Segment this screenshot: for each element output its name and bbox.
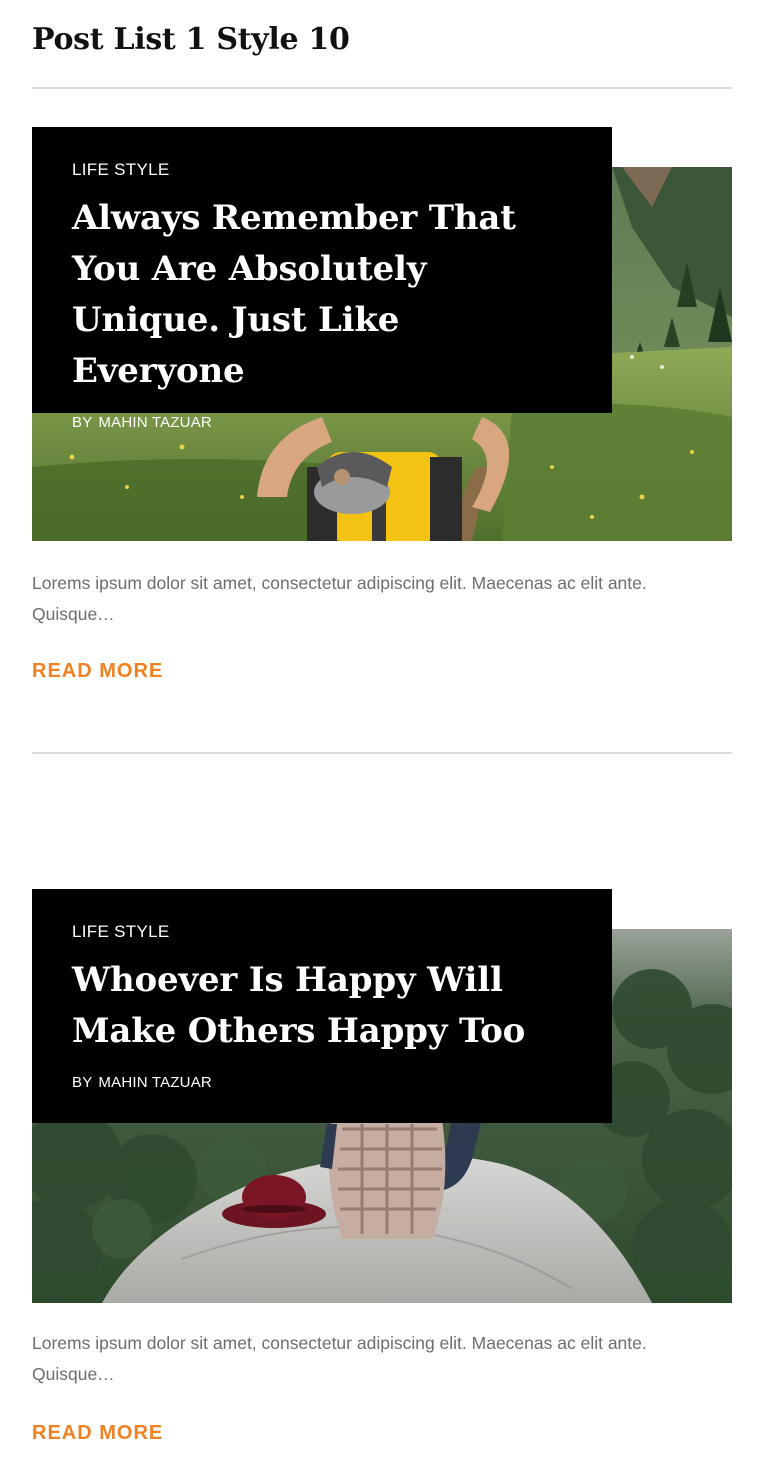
by-label: BY [72,1074,93,1091]
post-title[interactable]: Always Remember That You Are Absolutely … [72,193,572,397]
post-author[interactable]: MAHIN TAZUAR [98,1074,212,1091]
post-excerpt: Lorems ipsum dolor sit amet, consectetur… [32,1333,647,1384]
section-divider [32,87,732,89]
post-divider [32,752,732,754]
read-more-link[interactable]: READ MORE [32,658,163,684]
post-excerpt: Lorems ipsum dolor sit amet, consectetur… [32,573,647,624]
post-meta: BY MAHIN TAZUAR [72,413,572,433]
post-category[interactable]: LIFE STYLE [72,159,572,181]
post-category[interactable]: LIFE STYLE [72,921,572,943]
section-title: Post List 1 Style 10 [32,22,350,57]
post-overlay: LIFE STYLE Always Remember That You Are … [32,127,612,431]
post-author[interactable]: MAHIN TAZUAR [98,414,212,431]
post-meta: BY MAHIN TAZUAR [72,1073,572,1093]
by-label: BY [72,414,93,431]
post-title[interactable]: Whoever Is Happy Will Make Others Happy … [72,955,572,1057]
post-overlay: LIFE STYLE Whoever Is Happy Will Make Ot… [32,889,612,1123]
read-more-link[interactable]: READ MORE [32,1420,163,1446]
